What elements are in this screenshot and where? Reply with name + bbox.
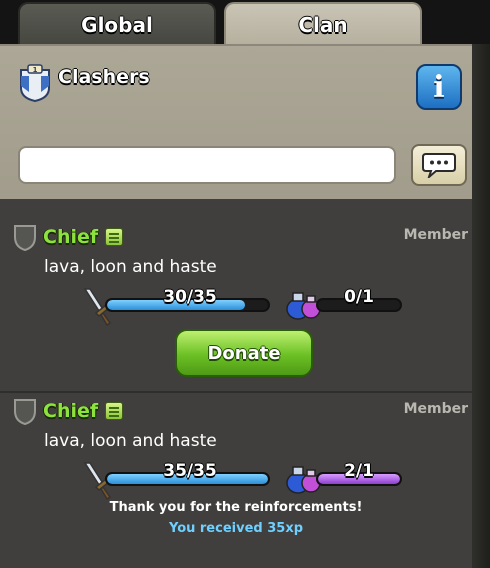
send-chat-button[interactable] (411, 144, 467, 186)
request-text: lava, loon and haste (44, 257, 217, 277)
spell-count: 2/1 (344, 461, 374, 481)
spell-count: 0/1 (344, 287, 374, 307)
clan-info-button[interactable]: i (416, 64, 462, 110)
clan-badge-icon: 1 (20, 64, 50, 102)
sender-name[interactable]: Chief (43, 226, 98, 248)
clan-header-panel: 1 Clashers i (0, 44, 472, 199)
notes-icon (105, 402, 123, 420)
xp-received: You received 35xp (168, 521, 304, 536)
info-icon: i (433, 69, 445, 105)
thanks-message: Thank you for the reinforcements! (109, 500, 363, 515)
shield-icon (14, 225, 36, 251)
troop-count: 35/35 (163, 461, 217, 481)
request-message-filled: Chief Member lava, loon and haste 35/35 … (0, 391, 472, 568)
tab-global[interactable]: Global (18, 2, 216, 46)
speech-bubble-icon (422, 153, 456, 178)
donate-button[interactable]: Donate (175, 329, 313, 377)
chat-input[interactable] (18, 146, 396, 184)
member-role: Member (403, 401, 468, 417)
clan-name: Clashers (58, 66, 150, 88)
request-text: lava, loon and haste (44, 431, 217, 451)
troop-count: 30/35 (163, 287, 217, 307)
scroll-edge (472, 44, 490, 568)
shield-icon (14, 399, 36, 425)
member-role: Member (403, 227, 468, 243)
svg-text:1: 1 (33, 66, 38, 74)
notes-icon (105, 228, 123, 246)
chat-tabs: Global Clan (0, 0, 490, 46)
sender-name[interactable]: Chief (43, 400, 98, 422)
tab-clan[interactable]: Clan (224, 2, 422, 46)
